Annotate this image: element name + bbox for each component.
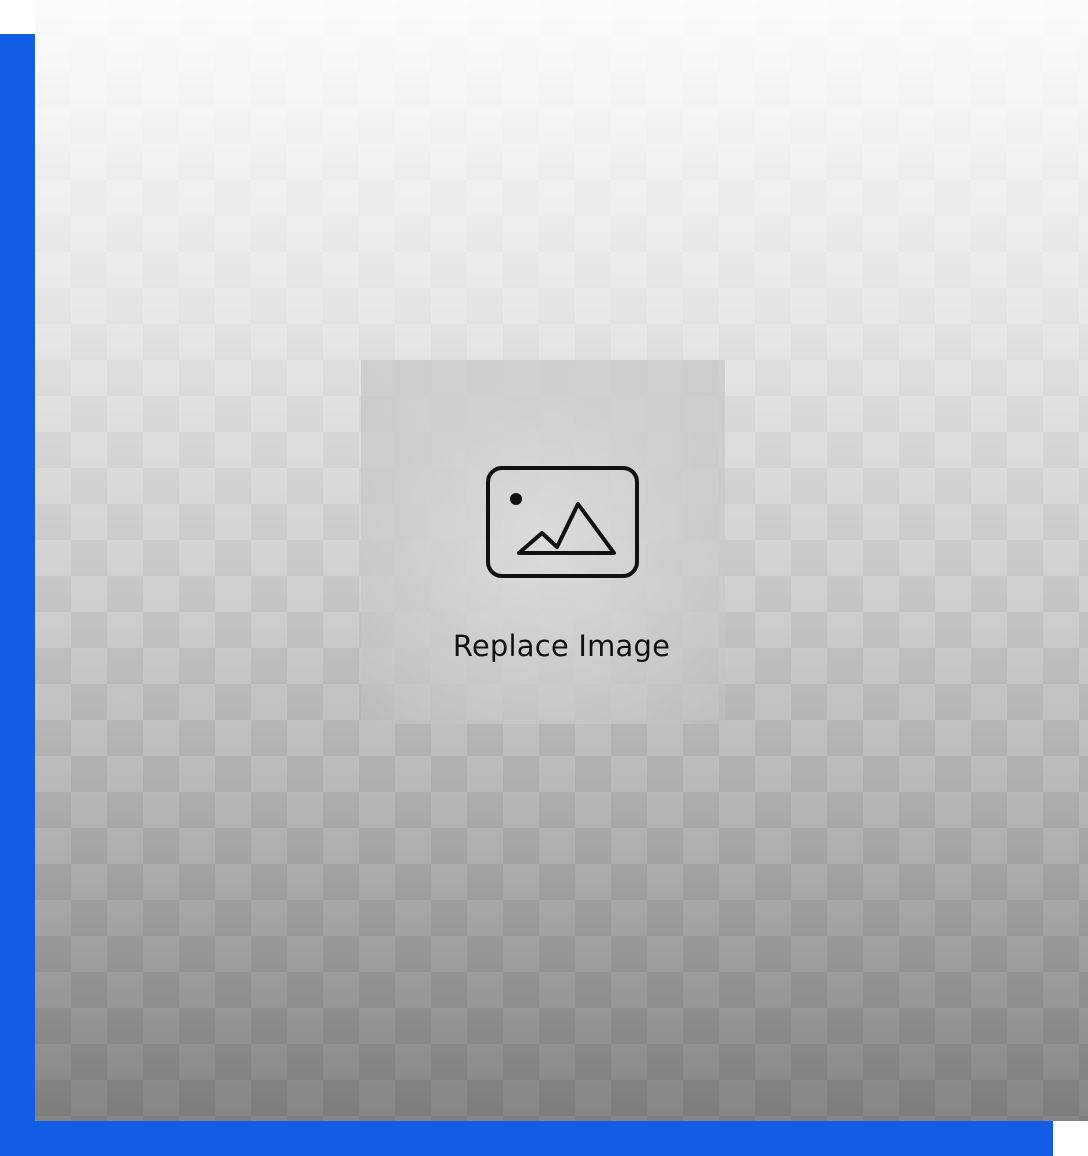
image-icon [486, 466, 639, 578]
replace-image-label: Replace Image [452, 629, 671, 663]
replace-image-placeholder[interactable]: Replace Image [35, 0, 1088, 1121]
page: Replace Image [0, 0, 1088, 1156]
